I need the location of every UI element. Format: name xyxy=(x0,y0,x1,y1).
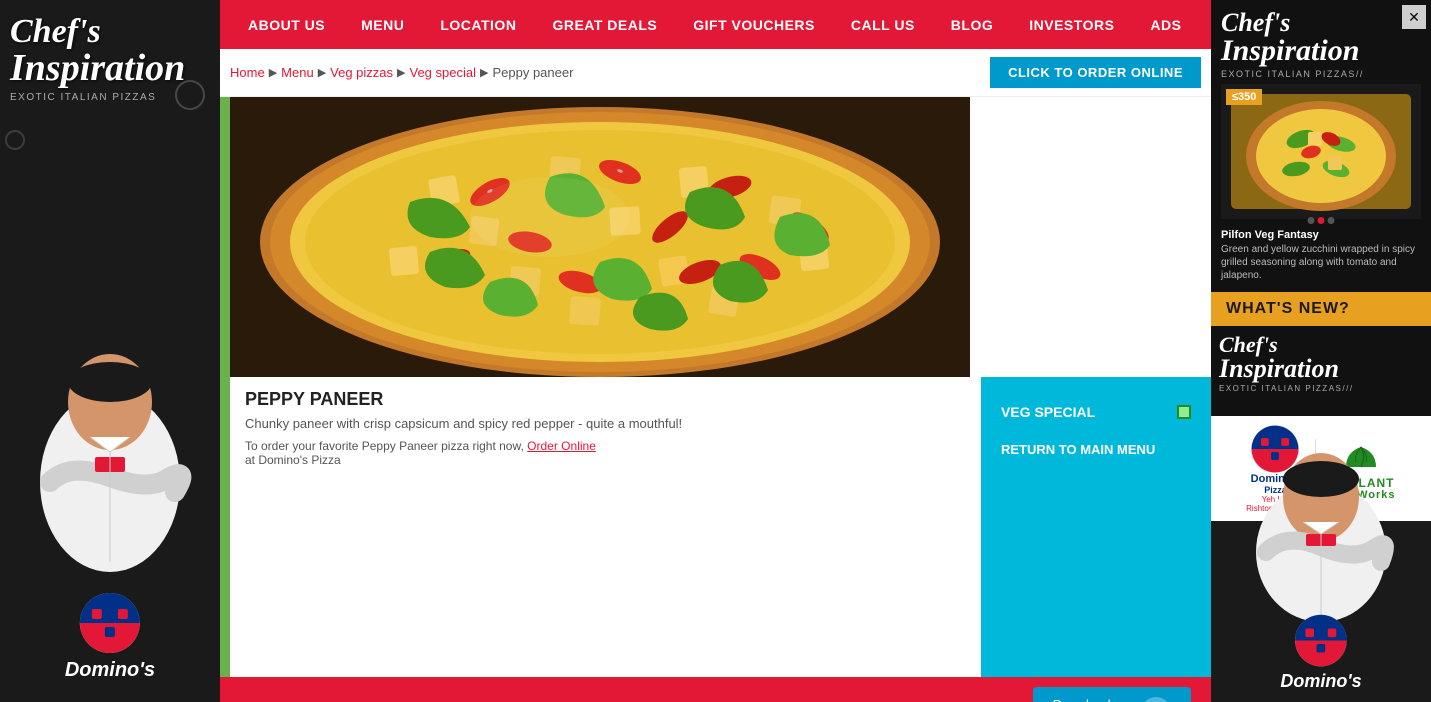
ad-nav-dots xyxy=(1308,217,1335,224)
pizza-store-text: at Domino's Pizza xyxy=(245,453,966,467)
dominos-label-left: Domino's xyxy=(65,659,155,682)
description-area: PEPPY PANEER Chunky paneer with crisp ca… xyxy=(230,377,1211,677)
side-menu: VEG SPECIAL Return to main menu xyxy=(981,377,1211,677)
ad-chefs-title: Chef's xyxy=(1221,10,1421,36)
sep3: ▶ xyxy=(397,66,405,79)
footer-strip: VEG PIZZAS | Non Veg Pizzas | Side Order… xyxy=(220,677,1211,702)
nav-call-us[interactable]: CALL US xyxy=(833,0,933,49)
pizza-section: PEPPY PANEER Chunky paneer with crisp ca… xyxy=(230,97,1211,677)
ad-pizza-area: ≤350 xyxy=(1221,84,1421,224)
nav-location[interactable]: LOCATION xyxy=(422,0,534,49)
download-icon xyxy=(1141,697,1171,702)
ad-dot-1[interactable] xyxy=(1308,217,1315,224)
main-content: ABOUT US MENU LOCATION GREAT DEALS GIFT … xyxy=(220,0,1211,702)
chef-image-right xyxy=(1221,422,1421,622)
ad-panel-bottom: Chef's Inspiration EXOTIC ITALIAN PIZZAS… xyxy=(1211,326,1431,416)
top-nav: ABOUT US MENU LOCATION GREAT DEALS GIFT … xyxy=(220,0,1211,49)
nav-blog[interactable]: BLOG xyxy=(933,0,1011,49)
ad-pizza-label: Pilfon Veg Fantasy xyxy=(1221,229,1421,241)
breadcrumb-bar: Home ▶ Menu ▶ Veg pizzas ▶ Veg special ▶… xyxy=(220,49,1211,97)
veg-special-menu-item[interactable]: VEG SPECIAL xyxy=(981,392,1211,432)
dominos-logo-left: Domino's xyxy=(65,591,155,682)
breadcrumb-home[interactable]: Home xyxy=(230,65,265,80)
main-area: PEPPY PANEER Chunky paneer with crisp ca… xyxy=(220,97,1211,677)
veg-dot-icon xyxy=(1177,405,1191,419)
nav-great-deals[interactable]: GREAT DEALS xyxy=(534,0,675,49)
breadcrumb-veg-special[interactable]: Veg special xyxy=(410,65,477,80)
chef-image-left xyxy=(10,282,210,582)
ad-dot-3[interactable] xyxy=(1328,217,1335,224)
ad-chefs-bottom: Chef's xyxy=(1219,334,1423,356)
whats-new-bar: WHAT'S NEW? xyxy=(1211,292,1431,326)
pizza-image xyxy=(230,97,970,377)
close-button[interactable]: ✕ xyxy=(1402,5,1426,29)
order-online-link[interactable]: Order Online xyxy=(527,439,596,453)
ad-price-badge: ≤350 xyxy=(1226,89,1262,105)
ad-exotic-bottom: EXOTIC ITALIAN PIZZAS/// xyxy=(1219,384,1423,393)
breadcrumb-current: Peppy paneer xyxy=(492,65,573,80)
veg-special-label: VEG SPECIAL xyxy=(1001,404,1095,420)
sep1: ▶ xyxy=(269,66,277,79)
dominos-right-bottom: Domino's xyxy=(1280,613,1361,692)
breadcrumb-menu[interactable]: Menu xyxy=(281,65,314,80)
right-sidebar: ✕ Chef's Inspiration EXOTIC ITALIAN PIZZ… xyxy=(1211,0,1431,702)
sep4: ▶ xyxy=(480,66,488,79)
dominos-label-right: Domino's xyxy=(1280,671,1361,692)
left-chefs-label: Chef's xyxy=(10,15,210,49)
download-label: Download ourfull menu xyxy=(1053,697,1133,702)
breadcrumb-veg-pizzas[interactable]: Veg pizzas xyxy=(330,65,393,80)
sep2: ▶ xyxy=(318,66,326,79)
pizza-description-text: Chunky paneer with crisp capsicum and sp… xyxy=(245,416,966,431)
ad-panel-top: Chef's Inspiration EXOTIC ITALIAN PIZZAS… xyxy=(1211,0,1431,292)
ad-inspiration-bottom: Inspiration xyxy=(1219,356,1423,382)
nav-gift-vouchers[interactable]: GIFT VOUCHERS xyxy=(675,0,833,49)
nav-menu[interactable]: MENU xyxy=(343,0,422,49)
nav-investors[interactable]: INVESTORS xyxy=(1011,0,1132,49)
pizza-order-text: To order your favorite Peppy Paneer pizz… xyxy=(245,439,966,453)
return-menu-item[interactable]: Return to main menu xyxy=(981,432,1211,467)
ad-inspiration-title: Inspiration xyxy=(1221,36,1421,66)
ad-subtitle: EXOTIC ITALIAN PIZZAS// xyxy=(1221,69,1421,79)
ad-dot-2[interactable] xyxy=(1318,217,1325,224)
breadcrumb: Home ▶ Menu ▶ Veg pizzas ▶ Veg special ▶… xyxy=(230,65,573,80)
nav-ads[interactable]: ADS xyxy=(1132,0,1199,49)
order-text-prefix: To order your favorite Peppy Paneer pizz… xyxy=(245,439,524,453)
left-sidebar: Chef's Inspiration EXOTIC ITALIAN PIZZAS xyxy=(0,0,220,702)
nav-about-us[interactable]: ABOUT US xyxy=(230,0,343,49)
order-online-button[interactable]: CLICK TO ORDER ONLINE xyxy=(990,57,1201,88)
pizza-name: PEPPY PANEER xyxy=(245,389,966,410)
chef-image-right-container xyxy=(1211,422,1431,622)
download-menu-button[interactable]: Download ourfull menu xyxy=(1033,687,1191,702)
left-inspiration-label: Inspiration xyxy=(10,49,210,87)
return-label: Return to main menu xyxy=(1001,442,1155,457)
green-strip xyxy=(220,97,230,677)
ad-pizza-desc: Green and yellow zucchini wrapped in spi… xyxy=(1221,243,1421,282)
pizza-description: PEPPY PANEER Chunky paneer with crisp ca… xyxy=(230,377,981,677)
